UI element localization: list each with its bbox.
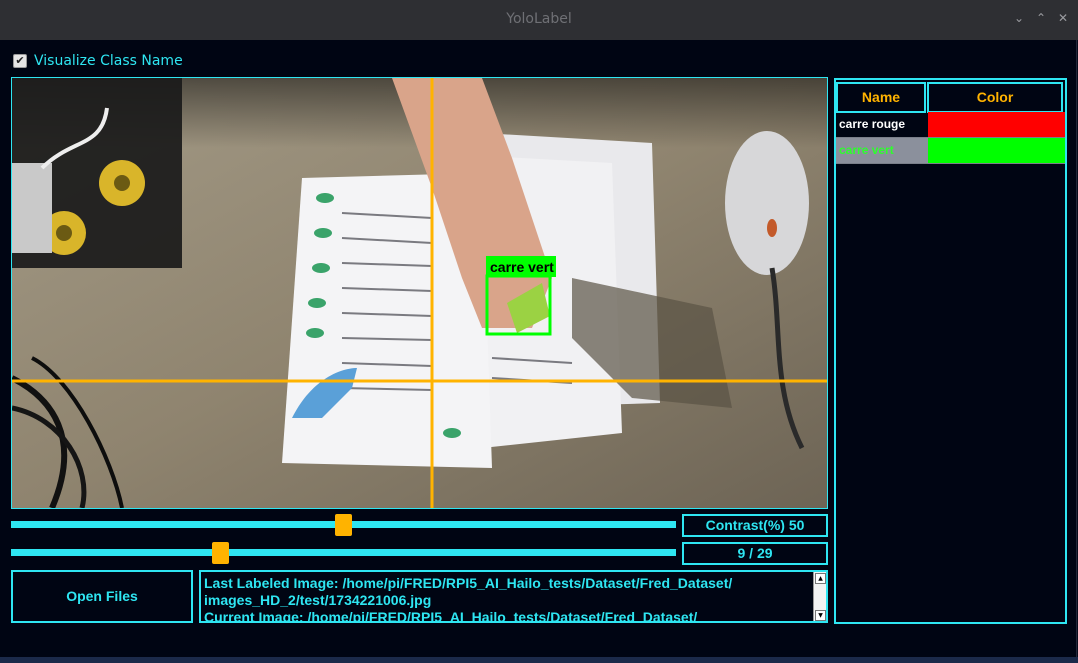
desktop-strip <box>0 657 1078 663</box>
image-info-text: Last Labeled Image: /home/pi/FRED/RPI5_A… <box>204 575 809 623</box>
image-index-slider-handle[interactable] <box>212 542 229 564</box>
bounding-box-label: carre vert <box>490 259 554 275</box>
column-header-name[interactable]: Name <box>836 82 926 113</box>
info-line: Current Image: /home/pi/FRED/RPI5_AI_Hai… <box>204 609 698 623</box>
scroll-up-icon[interactable]: ▲ <box>815 573 826 584</box>
title-bar: YoloLabel ⌄ ⌃ ✕ <box>0 0 1078 40</box>
minimize-icon[interactable]: ⌄ <box>1010 9 1028 27</box>
open-files-button[interactable]: Open Files <box>11 570 193 623</box>
scroll-down-icon[interactable]: ▼ <box>815 610 826 621</box>
robot-board <box>12 163 52 253</box>
mouse-wheel <box>767 219 777 237</box>
image-info-box[interactable]: Last Labeled Image: /home/pi/FRED/RPI5_A… <box>199 570 828 623</box>
visualize-class-name-label: Visualize Class Name <box>34 53 183 69</box>
column-header-color[interactable]: Color <box>927 82 1063 113</box>
window-title: YoloLabel <box>506 11 572 27</box>
maximize-icon[interactable]: ⌃ <box>1032 9 1050 27</box>
image-index-slider[interactable] <box>11 549 676 556</box>
computer-mouse <box>725 131 809 275</box>
app-window: ✔ Visualize Class Name carre vert Name C… <box>0 40 1077 657</box>
class-table: Name Color carre rouge carre vert <box>834 78 1067 624</box>
contrast-label: Contrast(%) 50 <box>682 514 828 537</box>
image-canvas[interactable]: carre vert <box>11 77 828 509</box>
class-color-swatch[interactable] <box>928 138 1065 164</box>
class-color-swatch[interactable] <box>928 112 1065 138</box>
info-line: Last Labeled Image: /home/pi/FRED/RPI5_A… <box>204 575 733 591</box>
class-name-cell-selected[interactable]: carre vert <box>836 138 928 164</box>
info-line: images_HD_2/test/1734221006.jpg <box>204 592 432 608</box>
checkbox-icon[interactable]: ✔ <box>13 54 27 68</box>
image-index-label: 9 / 29 <box>682 542 828 565</box>
class-name-cell[interactable]: carre rouge <box>836 112 928 138</box>
info-scrollbar[interactable]: ▲ ▼ <box>813 572 826 621</box>
robot-wheel-hub <box>114 175 130 191</box>
contrast-slider-handle[interactable] <box>335 514 352 536</box>
close-icon[interactable]: ✕ <box>1054 9 1072 27</box>
robot-wheel-hub <box>56 225 72 241</box>
